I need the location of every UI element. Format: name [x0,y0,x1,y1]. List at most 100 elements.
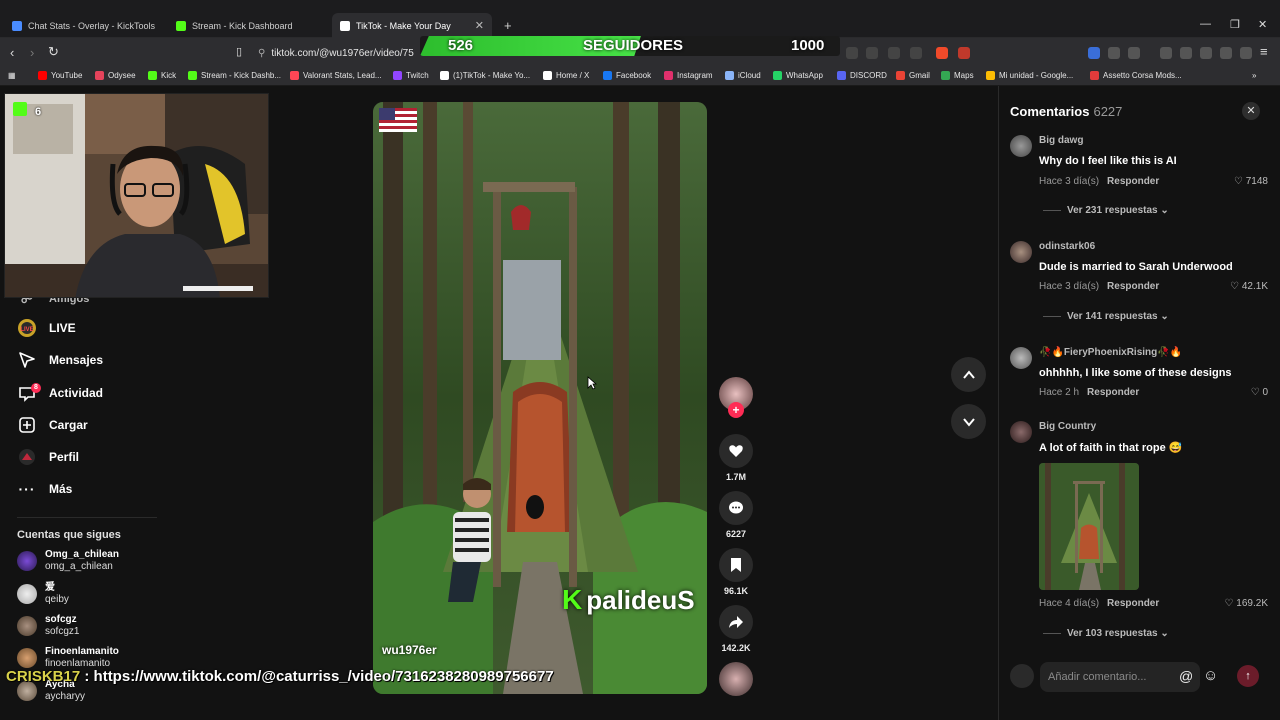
restore-icon[interactable]: ❐ [1230,18,1240,31]
comment-image[interactable] [1039,463,1139,590]
tab-kick-dashboard[interactable]: Stream - Kick Dashboard [168,13,330,38]
heart-icon [719,434,753,468]
avatar[interactable] [1010,421,1032,443]
bookmark-instagram[interactable]: Instagram [664,71,713,80]
address-bar[interactable]: ⚲ tiktok.com/@wu1976er/video/75 [258,42,426,64]
bookmark-gmail[interactable]: Gmail [896,71,930,80]
mute-icon[interactable] [846,47,858,59]
more-icon: ··· [18,481,36,497]
reply-button[interactable]: Responder [1107,176,1159,187]
comment-like-button[interactable]: ♡ 0 [1251,387,1268,398]
avatar[interactable] [1010,347,1032,369]
comment-like-button[interactable]: ♡ 169.2K [1225,598,1268,609]
reply-button[interactable]: Responder [1107,598,1159,609]
bookmark-icon[interactable]: ▯ [236,45,242,59]
mention-icon[interactable]: @ [1179,668,1193,684]
comment-like-button[interactable]: ♡ 7148 [1234,176,1268,187]
bookmark-twitch[interactable]: Twitch [393,71,429,80]
comment-input[interactable] [1040,662,1200,692]
bookmark-tiktok[interactable]: (1)TikTok - Make Yo... [440,71,530,80]
maps-icon [941,71,950,80]
send-comment-button[interactable]: ↑ [1237,665,1259,687]
share-button[interactable]: 142.2K [719,605,753,653]
tab-tiktok[interactable]: TikTok - Make Your Day ✕ [332,13,492,38]
media-icon[interactable] [1160,47,1172,59]
wallet-2-icon[interactable] [1200,47,1212,59]
icloud-icon [725,71,734,80]
sidebar-toggle-icon[interactable] [1180,47,1192,59]
wallet-icon[interactable] [1128,47,1140,59]
close-tab-icon[interactable]: ✕ [475,19,484,32]
back-icon[interactable]: ‹ [10,46,14,60]
webcam-feed: 6 [4,93,269,298]
forward-icon[interactable]: › [30,46,34,60]
bookmark-facebook[interactable]: Facebook [603,71,651,80]
view-replies-button[interactable]: Ver 231 respuestas ⌄ [1043,205,1169,216]
sidebar-item-live[interactable]: LIVE LIVE [17,318,76,338]
bookmark-assetto-corsa[interactable]: Assetto Corsa Mods... [1090,71,1182,80]
bookmark-youtube[interactable]: YouTube [38,71,82,80]
bookmark-maps[interactable]: Maps [941,71,974,80]
follow-plus-icon[interactable]: + [728,402,744,418]
bookmark-google-drive[interactable]: Mi unidad - Google... [986,71,1073,80]
avatar [17,648,37,668]
zoom-icon[interactable] [866,47,878,59]
sidebar-item-activity[interactable]: Actividad [17,383,103,403]
valorant-icon [290,71,299,80]
comment-item: odinstark06 Dude is married to Sarah Und… [1010,241,1268,331]
rewards-icon[interactable] [958,47,970,59]
like-button[interactable]: 1.7M [719,434,753,482]
reload-icon[interactable]: ↻ [48,45,59,59]
avatar [17,616,37,636]
author-avatar-button[interactable]: + [719,377,753,418]
video-author[interactable]: wu1976er [382,643,437,657]
previous-video-button[interactable] [951,357,986,392]
avatar[interactable] [1010,135,1032,157]
leo-ai-icon[interactable] [1220,47,1232,59]
sidebar-item-messages[interactable]: Mensajes [17,350,103,370]
cast-icon[interactable] [888,47,900,59]
following-account[interactable]: sofcgz sofcgz1 [17,614,79,638]
bookmark-discord[interactable]: DISCORD [837,71,887,80]
avatar[interactable] [1010,241,1032,263]
comment-like-button[interactable]: ♡ 42.1K [1230,281,1268,292]
bookmark-odysee[interactable]: Odysee [95,71,136,80]
apps-icon[interactable]: ▦ [8,71,16,80]
extensions-puzzle-icon[interactable] [1108,47,1120,59]
following-account[interactable]: 爱 qeiby [17,582,69,606]
tiktok-icon [440,71,449,80]
sidebar-item-more[interactable]: ··· Más [17,479,73,499]
tab-chat-stats[interactable]: Chat Stats - Overlay - KickTools [4,13,164,38]
bookmark-x[interactable]: Home / X [543,71,589,80]
close-comments-icon[interactable]: ✕ [1242,102,1260,120]
emoji-icon[interactable]: ☺ [1203,667,1218,684]
save-button[interactable]: 96.1K [719,548,753,596]
menu-icon[interactable]: ≡ [1260,45,1268,59]
site-info-icon[interactable]: ⚲ [258,48,265,59]
vpn-icon[interactable] [1240,47,1252,59]
bookmark-kick-dashboard[interactable]: Stream - Kick Dashb... [188,71,281,80]
sidebar-item-profile[interactable]: Perfil [17,447,79,467]
avatar [17,584,37,604]
close-window-icon[interactable]: ✕ [1258,18,1267,31]
brave-shield-icon[interactable] [936,47,948,59]
new-tab-button[interactable]: + [496,13,520,38]
comment-button[interactable]: 6227 [719,491,753,539]
reply-button[interactable]: Responder [1107,281,1159,292]
next-video-button[interactable] [951,404,986,439]
minimize-icon[interactable]: — [1200,18,1211,30]
reply-button[interactable]: Responder [1087,387,1139,398]
following-account[interactable]: Finoenlamanito finoenlamanito [17,646,119,670]
sound-disc-button[interactable] [719,662,753,696]
bookmark-valorant[interactable]: Valorant Stats, Lead... [290,71,382,80]
extension-icon[interactable] [1088,47,1100,59]
bookmarks-overflow-icon[interactable]: » [1252,71,1256,80]
bookmark-icloud[interactable]: iCloud [725,71,761,80]
bookmark-kick[interactable]: Kick [148,71,176,80]
view-replies-button[interactable]: Ver 141 respuestas ⌄ [1043,311,1169,322]
sidebar-item-upload[interactable]: Cargar [17,415,88,435]
following-account[interactable]: Omg_a_chilean omg_a_chilean [17,549,119,573]
bookmark-whatsapp[interactable]: WhatsApp [773,71,823,80]
share-page-icon[interactable] [910,47,922,59]
view-replies-button[interactable]: Ver 103 respuestas ⌄ [1043,628,1169,639]
